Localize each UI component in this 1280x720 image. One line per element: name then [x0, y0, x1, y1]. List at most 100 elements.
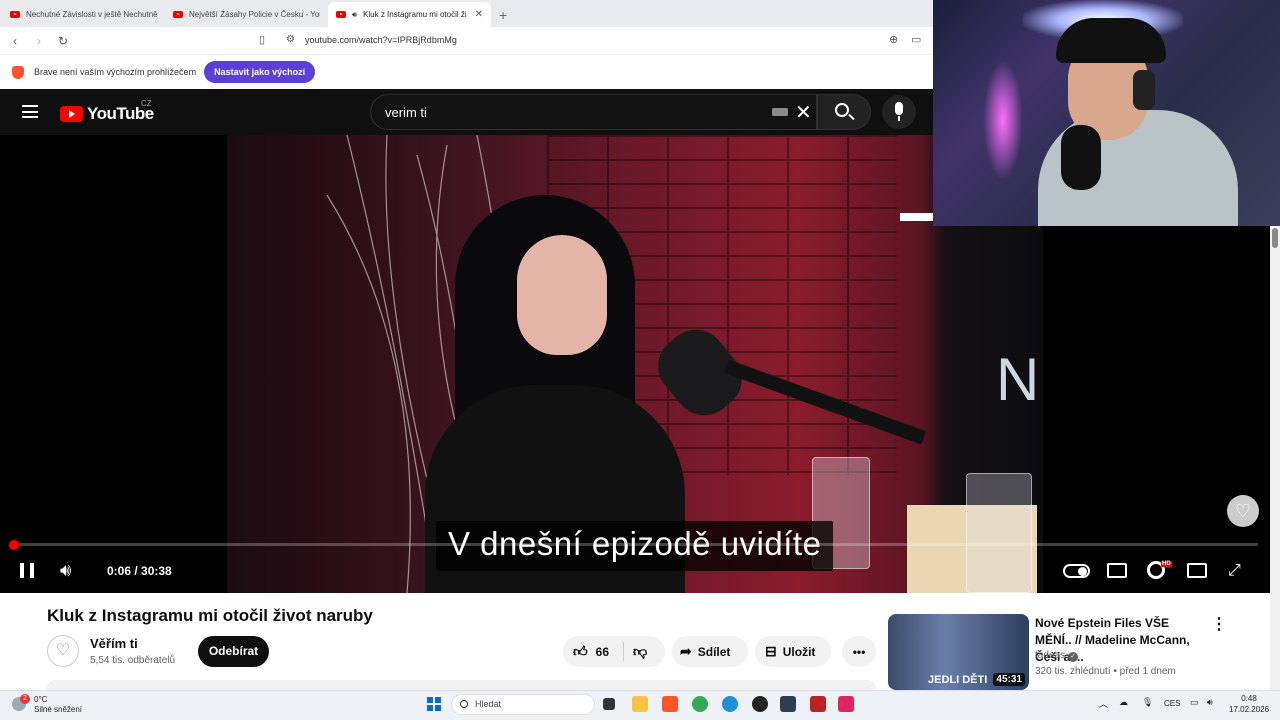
chrome-icon[interactable] [692, 696, 708, 712]
water-glass [966, 473, 1032, 593]
close-tab-icon[interactable]: ✕ [475, 9, 483, 20]
tray-overflow-icon[interactable]: ︿ [1099, 697, 1108, 710]
description-box[interactable] [47, 680, 876, 690]
streaming-app-icon[interactable] [810, 696, 826, 712]
voice-search-button[interactable] [882, 95, 916, 129]
microphone-tray-icon[interactable]: 🎙︎ [1142, 697, 1153, 708]
more-actions-button[interactable]: ••• [842, 636, 876, 667]
tiktok-icon[interactable] [838, 696, 854, 712]
cast-icon[interactable]: ▭ [911, 33, 921, 46]
clock-time: 0:48 [1241, 694, 1257, 703]
cap [1056, 18, 1166, 63]
verified-icon: ✓ [1068, 652, 1079, 662]
weather-widget[interactable]: 2 0°C Silné sněžení [12, 694, 83, 715]
divider [623, 642, 624, 661]
tab-title: Největší Zásahy Policie v Česku - You [189, 10, 320, 19]
video-subtitle: V dnešní epizodě uvidíte [436, 521, 834, 571]
more-vert-icon[interactable]: ⋮ [1211, 614, 1227, 634]
dislike-button[interactable]: 👎︎ [633, 643, 647, 660]
system-clock[interactable]: 0:48 17.02.2026 [1229, 693, 1269, 715]
streamer-microphone [1061, 125, 1101, 190]
browser-tab-1[interactable]: Nechutné Závislosti v ještě Nechutněj [2, 2, 165, 27]
brave-browser-icon[interactable] [662, 696, 678, 712]
share-button[interactable]: ➦ Sdílet [672, 636, 748, 667]
share-arrow-icon: ➦ [680, 643, 692, 659]
youtube-logo[interactable]: YouTube CZ [60, 99, 154, 124]
progress-bar[interactable] [12, 543, 1258, 546]
default-browser-infobar: Brave není vaším výchozím prohlížečem Na… [0, 54, 933, 89]
windows-start-icon[interactable] [427, 697, 441, 711]
clock-date: 17.02.2026 [1229, 705, 1270, 714]
browser-tab-active[interactable]: 🔊︎ Kluk z Instagramu mi otočil ži ✕ [328, 2, 491, 27]
page-scrollbar[interactable] [1270, 226, 1280, 690]
site-settings-icon[interactable]: ⚙ [286, 34, 295, 45]
menu-icon[interactable] [22, 105, 38, 118]
subtitles-icon[interactable] [1107, 563, 1127, 578]
obs-icon[interactable] [752, 696, 768, 712]
time-display: 0:06 / 30:38 [107, 564, 172, 578]
volume-tray-icon[interactable]: 🔊︎ [1207, 697, 1213, 708]
bookmark-icon: ⊟ [765, 643, 777, 659]
task-view-icon[interactable] [603, 698, 615, 710]
video-duration: 45:31 [993, 673, 1025, 686]
channel-avatar[interactable]: ♡ [47, 635, 79, 667]
tab-title: Nechutné Závislosti v ještě Nechutněj [26, 10, 157, 19]
like-count: 66 [595, 644, 609, 659]
region-code: CZ [141, 99, 152, 108]
weather-temp: 0°C [34, 695, 48, 704]
youtube-favicon-icon [336, 11, 346, 18]
language-indicator[interactable]: CES [1164, 699, 1180, 708]
file-explorer-icon[interactable] [632, 696, 648, 712]
zoom-icon[interactable]: ⊕ [889, 33, 898, 46]
neon-glow [983, 60, 1023, 180]
autoplay-toggle[interactable] [1063, 564, 1090, 578]
subscribe-button[interactable]: Odebírat [198, 636, 269, 667]
notification-badge: 2 [20, 694, 30, 704]
brave-lion-icon [12, 65, 24, 79]
kick-app-icon[interactable] [780, 696, 796, 712]
infobar-text: Brave není vaším výchozím prohlížečem [34, 67, 197, 77]
back-icon[interactable]: ‹ [6, 34, 24, 48]
background-letter: N [996, 346, 1040, 413]
reload-icon[interactable]: ↻ [54, 34, 72, 48]
recommended-meta: 320 tis. zhlédnutí • před 1 dnem [1035, 666, 1176, 677]
browser-tab-2[interactable]: Největší Zásahy Policie v Česku - You [165, 2, 328, 27]
new-tab-button[interactable]: + [491, 7, 515, 27]
search-icon [460, 700, 468, 708]
network-icon[interactable]: ☁ [1119, 697, 1128, 708]
volume-icon[interactable]: 🔊︎ [60, 560, 71, 581]
tab-title: Kluk z Instagramu mi otočil ži [363, 10, 467, 19]
clear-search-icon[interactable]: ✕ [795, 100, 812, 125]
audio-playing-icon[interactable]: 🔊︎ [352, 10, 357, 20]
taskbar-search-placeholder: Hledat [475, 699, 502, 709]
like-button[interactable]: 👍︎ 66 [563, 643, 609, 660]
heart-overlay-icon[interactable]: ♡ [1227, 495, 1259, 527]
save-label: Uložit [782, 644, 816, 659]
set-default-button[interactable]: Nastavit jako výchozí [204, 61, 316, 83]
edge-icon[interactable] [722, 696, 738, 712]
url-field[interactable]: youtube.com/watch?v=IPRBjRdbmMg [305, 35, 457, 45]
recommended-thumbnail[interactable]: JEDLI DĚTI 45:31 [888, 614, 1029, 690]
weather-desc: Silné sněžení [34, 705, 83, 714]
fullscreen-icon[interactable]: ⤢ [1228, 562, 1241, 580]
miniplayer-icon[interactable] [1187, 563, 1207, 578]
channel-label: tadeas [1035, 650, 1066, 661]
scrollbar-thumb[interactable] [1272, 228, 1278, 248]
youtube-play-icon [60, 106, 83, 122]
like-dislike-group: 👍︎ 66 👎︎ [563, 636, 665, 667]
scrubber-handle[interactable] [9, 540, 19, 550]
bookmark-icon[interactable]: ▯ [259, 33, 265, 46]
search-input[interactable]: verim ti [370, 94, 817, 130]
pause-button[interactable] [20, 563, 34, 578]
display-icon[interactable]: ▭ [1190, 697, 1199, 708]
subscriber-count: 5,54 tis. odběratelů [90, 655, 176, 666]
save-button[interactable]: ⊟ Uložit [755, 636, 831, 667]
streamer-webcam [933, 0, 1280, 226]
recommended-channel[interactable]: tadeas ✓ [1035, 650, 1079, 662]
youtube-favicon-icon [10, 11, 20, 18]
channel-name[interactable]: Věřím ti [90, 636, 138, 651]
browser-tab-bar: Nechutné Závislosti v ještě Nechutněj Ne… [0, 0, 933, 27]
forward-icon[interactable]: › [30, 34, 48, 48]
taskbar-search[interactable]: Hledat [451, 694, 595, 715]
keyboard-icon[interactable] [772, 108, 788, 116]
